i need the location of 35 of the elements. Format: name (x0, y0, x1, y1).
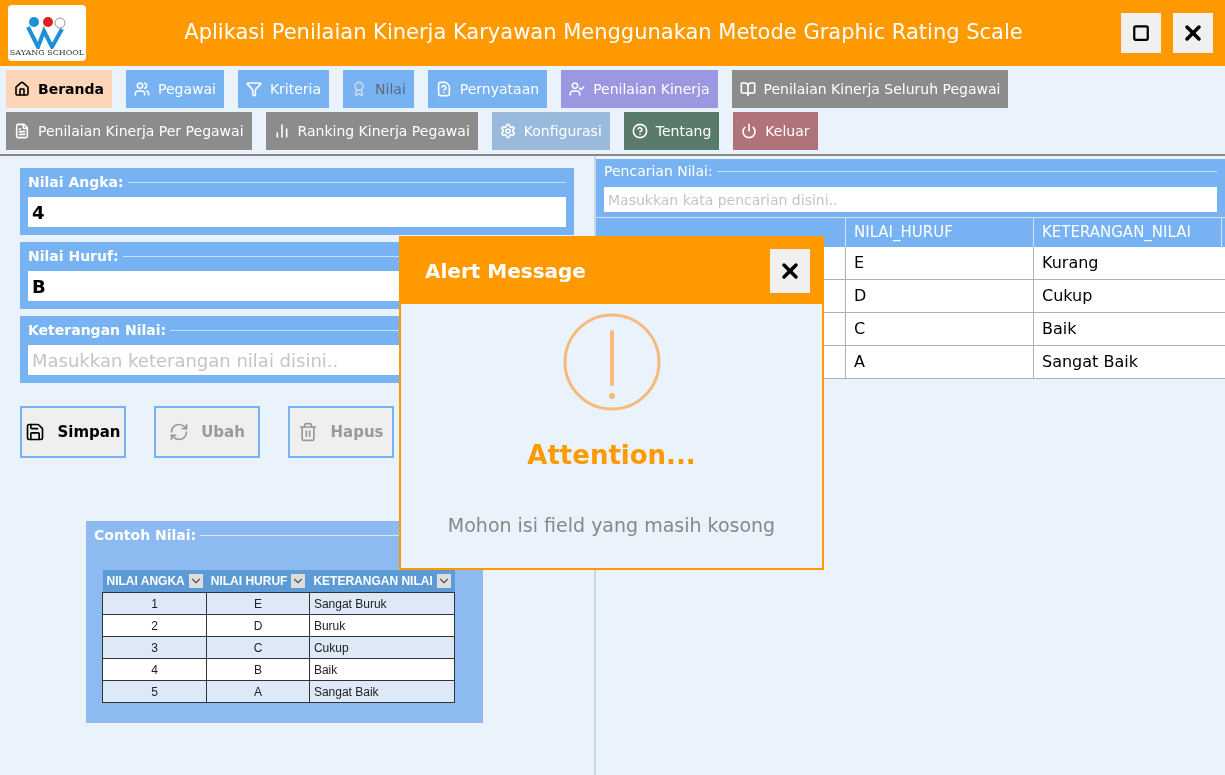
table-cell-text: Kurang (1041, 252, 1100, 274)
column-header: NILAI ANGKA (106, 573, 185, 590)
table-cell: Baik (309, 658, 455, 681)
search-label: Pencarian Nilai: (604, 162, 713, 181)
window-title: Aplikasi Penilaian Kinerja Karyawan Menggunakan Metode Graphic Rating Scale (183, 19, 1024, 47)
column-header: NILAI HURUF (210, 573, 288, 590)
table-cell: B (206, 658, 310, 681)
dialog-heading: Attention... (527, 439, 696, 472)
field-label: Nilai Angka: (28, 173, 124, 192)
field-label: Nilai Huruf: (28, 247, 119, 266)
table-cell: Sangat Baik (309, 680, 455, 703)
table-cell: C (206, 636, 310, 659)
table-cell: A (206, 680, 310, 703)
table-cell: 5 (102, 680, 207, 703)
table-cell-text: Sangat Baik (1041, 351, 1139, 373)
table-cell: Buruk (309, 614, 455, 637)
table-cell: 3 (102, 636, 207, 659)
table-cell: E (206, 592, 310, 615)
column-header: KETERANGAN NILAI (313, 573, 433, 590)
table-cell: Sangat Buruk (309, 592, 455, 615)
table-cell: A (846, 346, 1034, 378)
logo-text: SAYANG SCHOOL (9, 49, 85, 57)
table-cell: 2 (102, 614, 207, 637)
example-title: Contoh Nilai: (94, 526, 197, 545)
table-cell: 1 (102, 592, 207, 615)
field-label: Keterangan Nilai: (28, 321, 167, 340)
table-cell: E (846, 247, 1034, 279)
table-cell: C (846, 313, 1034, 345)
table-cell: Cukup (309, 636, 455, 659)
table-cell: D (846, 280, 1034, 312)
table-cell-text: Baik (1041, 318, 1078, 340)
table-cell: 4 (102, 658, 207, 681)
dialog-message: Mohon isi field yang masih kosong (447, 513, 776, 538)
table-cell: D (206, 614, 310, 637)
table-cell-text: Cukup (1041, 285, 1094, 307)
